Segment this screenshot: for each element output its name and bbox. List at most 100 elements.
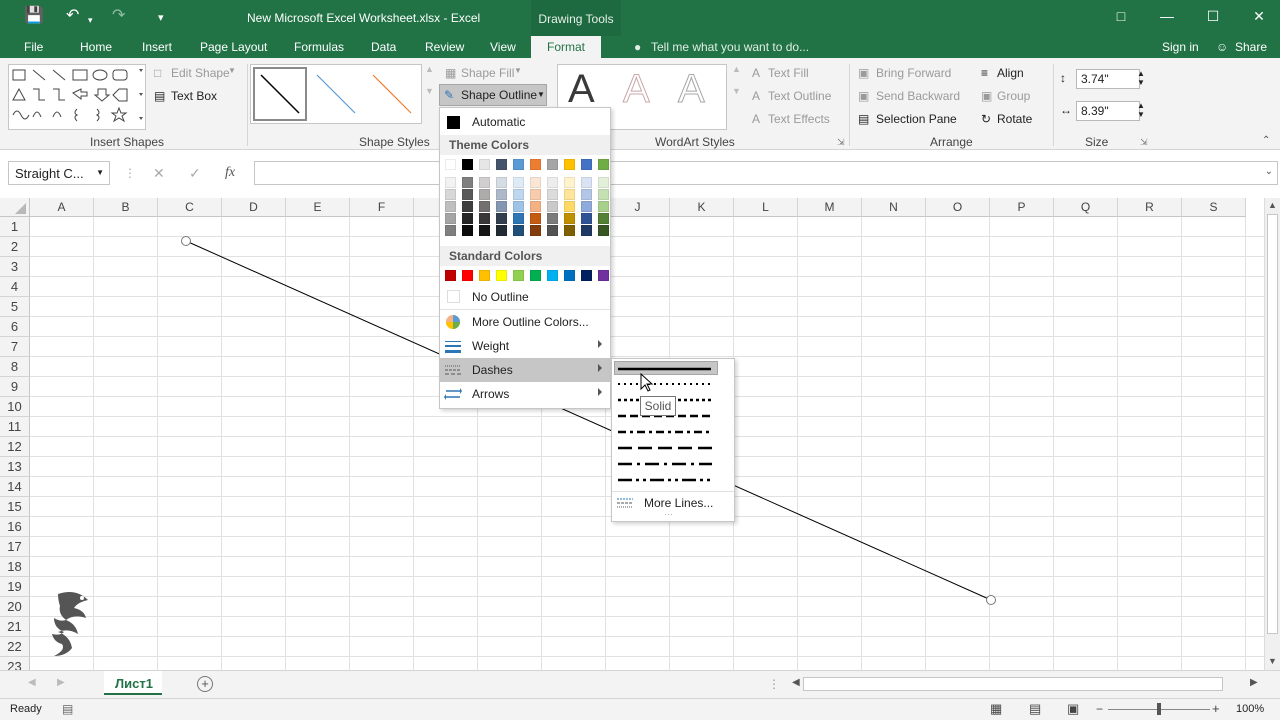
- theme-color-shade-swatch[interactable]: [598, 213, 609, 224]
- shape-width-input[interactable]: 8.39": [1076, 101, 1140, 121]
- theme-color-shade-swatch[interactable]: [581, 201, 592, 212]
- theme-color-swatch[interactable]: [547, 159, 558, 170]
- standard-color-swatch[interactable]: [462, 270, 473, 281]
- theme-color-shade-swatch[interactable]: [445, 201, 456, 212]
- dash-dash-dot[interactable]: [616, 425, 712, 439]
- submenu-resize-grip-icon[interactable]: ⋯: [664, 509, 674, 520]
- theme-color-shade-swatch[interactable]: [462, 189, 473, 200]
- shape-fill-button[interactable]: Shape Fill: [461, 66, 514, 80]
- theme-color-swatch[interactable]: [513, 159, 524, 170]
- theme-color-shade-swatch[interactable]: [496, 177, 507, 188]
- tab-format[interactable]: Format: [531, 36, 602, 58]
- dash-long-dash-dot-dot[interactable]: [616, 473, 712, 487]
- theme-color-swatch[interactable]: [445, 159, 456, 170]
- theme-color-swatch[interactable]: [598, 159, 609, 170]
- menu-item-automatic[interactable]: Automatic: [440, 110, 610, 134]
- tab-review[interactable]: Review: [425, 40, 464, 54]
- dash-long-dash[interactable]: [616, 441, 712, 455]
- theme-color-shade-swatch[interactable]: [547, 201, 558, 212]
- sign-in-link[interactable]: Sign in: [1162, 40, 1199, 54]
- theme-color-shade-swatch[interactable]: [479, 213, 490, 224]
- wordart-style-outline-red[interactable]: A: [623, 67, 651, 112]
- theme-color-shade-swatch[interactable]: [581, 177, 592, 188]
- normal-view-icon[interactable]: ▦: [990, 701, 1002, 717]
- menu-item-weight[interactable]: Weight: [440, 334, 610, 358]
- selection-pane-button[interactable]: Selection Pane: [876, 112, 957, 126]
- theme-color-shade-swatch[interactable]: [564, 189, 575, 200]
- rotate-button[interactable]: Rotate: [997, 112, 1032, 126]
- scroll-up-icon[interactable]: ▲: [1268, 200, 1277, 210]
- theme-color-shade-swatch[interactable]: [479, 189, 490, 200]
- shape-outline-button[interactable]: ✎ Shape Outline ▼: [439, 84, 547, 106]
- page-break-view-icon[interactable]: ▣: [1067, 701, 1079, 717]
- tell-me-box[interactable]: Tell me what you want to do...: [651, 40, 809, 54]
- formula-input[interactable]: ⌄: [254, 161, 1278, 185]
- shape-fill-dropdown-icon[interactable]: ▼: [514, 66, 522, 75]
- page-layout-view-icon[interactable]: ▤: [1029, 701, 1041, 717]
- tab-insert[interactable]: Insert: [142, 40, 172, 54]
- wordart-style-outline-gray[interactable]: A: [678, 67, 706, 112]
- standard-color-swatch[interactable]: [513, 270, 524, 281]
- theme-color-shade-swatch[interactable]: [547, 177, 558, 188]
- zoom-slider-thumb[interactable]: [1157, 703, 1161, 715]
- theme-color-swatch[interactable]: [564, 159, 575, 170]
- theme-color-shade-swatch[interactable]: [598, 201, 609, 212]
- style-gallery-up-icon[interactable]: ▲: [425, 64, 434, 74]
- undo-dropdown-icon[interactable]: ▾: [88, 12, 93, 28]
- shape-style-orange-line[interactable]: [365, 67, 419, 121]
- theme-color-shade-swatch[interactable]: [462, 225, 473, 236]
- theme-color-shade-swatch[interactable]: [445, 177, 456, 188]
- standard-color-swatch[interactable]: [479, 270, 490, 281]
- macro-record-icon[interactable]: ▤: [62, 702, 73, 716]
- share-button[interactable]: Share: [1235, 40, 1267, 54]
- send-backward-button[interactable]: Send Backward: [876, 89, 960, 103]
- theme-color-shade-swatch[interactable]: [513, 189, 524, 200]
- theme-color-shade-swatch[interactable]: [513, 177, 524, 188]
- theme-color-shade-swatch[interactable]: [479, 225, 490, 236]
- close-icon[interactable]: ✕: [1236, 0, 1280, 32]
- theme-color-shade-swatch[interactable]: [530, 189, 541, 200]
- theme-color-swatch[interactable]: [462, 159, 473, 170]
- shape-style-black-line[interactable]: [253, 67, 307, 121]
- theme-color-shade-swatch[interactable]: [445, 213, 456, 224]
- scroll-down-icon[interactable]: ▼: [1268, 656, 1277, 666]
- text-effects-button[interactable]: Text Effects: [768, 112, 830, 126]
- collapse-ribbon-icon[interactable]: ⌃: [1262, 135, 1270, 146]
- share-icon[interactable]: ☺: [1216, 40, 1228, 54]
- redo-icon[interactable]: ↷: [112, 8, 125, 24]
- standard-color-swatch[interactable]: [445, 270, 456, 281]
- align-button[interactable]: Align: [997, 66, 1024, 80]
- tab-formulas[interactable]: Formulas: [294, 40, 344, 54]
- shapes-gallery-icons[interactable]: [9, 65, 147, 131]
- theme-color-swatch[interactable]: [496, 159, 507, 170]
- save-icon[interactable]: 💾: [24, 8, 44, 24]
- standard-color-swatch[interactable]: [547, 270, 558, 281]
- insert-function-button[interactable]: fx: [225, 165, 235, 181]
- size-dialog-launcher-icon[interactable]: ⇲: [1140, 137, 1148, 148]
- theme-color-shade-swatch[interactable]: [513, 213, 524, 224]
- wordart-dialog-launcher-icon[interactable]: ⇲: [837, 137, 845, 148]
- theme-color-shade-swatch[interactable]: [598, 225, 609, 236]
- minimize-icon[interactable]: —: [1144, 0, 1190, 32]
- dash-solid[interactable]: [614, 361, 718, 375]
- style-gallery-down-icon[interactable]: ▼: [425, 86, 434, 96]
- edit-shape-dropdown-icon[interactable]: ▼: [228, 66, 236, 75]
- next-sheet-icon[interactable]: ▶: [57, 677, 65, 688]
- menu-item-no-outline[interactable]: No Outline: [440, 285, 610, 309]
- zoom-in-icon[interactable]: +: [1212, 701, 1220, 716]
- theme-color-shade-swatch[interactable]: [547, 225, 558, 236]
- theme-color-shade-swatch[interactable]: [564, 201, 575, 212]
- theme-color-shade-swatch[interactable]: [479, 201, 490, 212]
- theme-color-shade-swatch[interactable]: [530, 201, 541, 212]
- dash-round-dot[interactable]: [616, 377, 712, 391]
- theme-color-shade-swatch[interactable]: [564, 225, 575, 236]
- edit-shape-button[interactable]: Edit Shape: [171, 66, 230, 80]
- menu-item-arrows[interactable]: Arrows: [440, 382, 610, 406]
- theme-color-swatch[interactable]: [530, 159, 541, 170]
- tab-split-grip-icon[interactable]: ⋮: [768, 677, 780, 691]
- text-fill-button[interactable]: Text Fill: [768, 66, 809, 80]
- theme-color-shade-swatch[interactable]: [581, 213, 592, 224]
- theme-color-shade-swatch[interactable]: [530, 213, 541, 224]
- wordart-style-dark[interactable]: A: [568, 67, 595, 112]
- theme-color-shade-swatch[interactable]: [462, 213, 473, 224]
